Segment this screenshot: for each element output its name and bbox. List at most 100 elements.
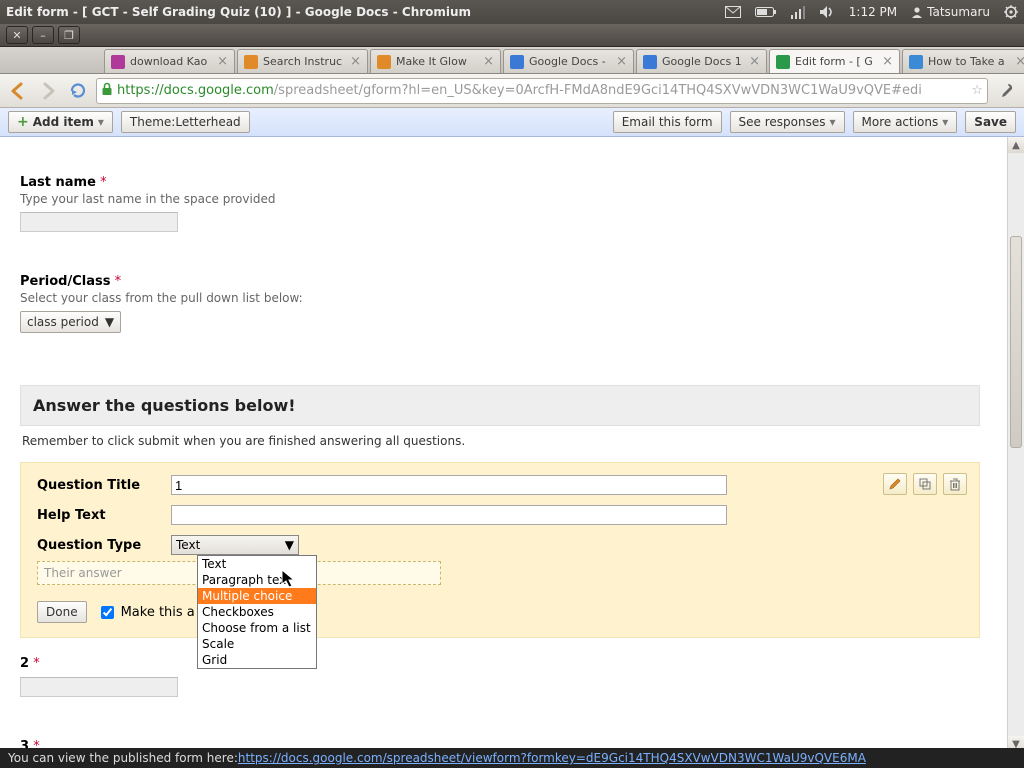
- q2-input[interactable]: [20, 677, 178, 697]
- power-icon[interactable]: [1004, 5, 1018, 19]
- required-checkbox[interactable]: Make this a: [97, 603, 195, 622]
- browser-tab[interactable]: Google Docs - ×: [503, 49, 634, 73]
- question-editor: Question Title Help Text Question Type T…: [20, 462, 980, 638]
- status-text: You can view the published form here:: [8, 751, 238, 765]
- section-help: Remember to click submit when you are fi…: [20, 426, 980, 462]
- field-label: Question Type: [37, 538, 171, 553]
- battery-icon[interactable]: [755, 6, 777, 18]
- dropdown-option[interactable]: Choose from a list: [198, 620, 316, 636]
- published-form-link[interactable]: https://docs.google.com/spreadsheet/view…: [238, 751, 866, 765]
- lock-icon: [101, 82, 113, 100]
- tab-label: Search Instruc: [263, 55, 346, 68]
- tab-close-icon[interactable]: ×: [1015, 54, 1024, 69]
- browser-tab[interactable]: How to Take a ×: [902, 49, 1024, 73]
- tab-label: Edit form - [ G: [795, 55, 878, 68]
- tab-close-icon[interactable]: ×: [217, 54, 228, 69]
- window-controls: ✕ – ❐: [0, 24, 1024, 47]
- lastname-input[interactable]: [20, 212, 178, 232]
- tab-favicon: [909, 55, 923, 69]
- dropdown-option[interactable]: Grid: [198, 652, 316, 668]
- required-asterisk: *: [100, 175, 107, 190]
- tab-close-icon[interactable]: ×: [616, 54, 627, 69]
- required-asterisk: *: [115, 274, 122, 289]
- question-title: Last name: [20, 175, 96, 190]
- question-type-dropdown[interactable]: TextParagraph textMultiple choiceCheckbo…: [197, 555, 317, 669]
- tab-favicon: [643, 55, 657, 69]
- browser-tabstrip: download Kao×Search Instruc×Make It Glow…: [0, 47, 1024, 74]
- edit-question-button[interactable]: [883, 473, 907, 495]
- tab-close-icon[interactable]: ×: [749, 54, 760, 69]
- scroll-up-button[interactable]: ▲: [1008, 137, 1024, 153]
- url-path: /spreadsheet/gform?hl=en_US&key=0ArcfH-F…: [274, 83, 922, 98]
- delete-question-button[interactable]: [943, 473, 967, 495]
- dropdown-option[interactable]: Multiple choice: [198, 588, 316, 604]
- question-title-input[interactable]: [171, 475, 727, 495]
- duplicate-question-button[interactable]: [913, 473, 937, 495]
- tab-favicon: [776, 55, 790, 69]
- back-button[interactable]: [6, 79, 30, 103]
- question-title: Period/Class: [20, 274, 110, 289]
- done-button[interactable]: Done: [37, 601, 87, 623]
- tab-favicon: [111, 55, 125, 69]
- url-host: ://docs.google.com: [150, 83, 273, 98]
- window-title: Edit form - [ GCT - Self Grading Quiz (1…: [6, 5, 471, 19]
- browser-navbar: https://docs.google.com/spreadsheet/gfor…: [0, 74, 1024, 108]
- mail-icon[interactable]: [725, 6, 741, 18]
- dropdown-option[interactable]: Scale: [198, 636, 316, 652]
- dropdown-option[interactable]: Checkboxes: [198, 604, 316, 620]
- tab-favicon: [377, 55, 391, 69]
- scroll-track[interactable]: [1008, 153, 1024, 736]
- question-type-select[interactable]: Text▼: [171, 535, 299, 555]
- add-item-button[interactable]: +Add item▾: [8, 111, 113, 133]
- user-menu[interactable]: Tatsumaru: [911, 5, 990, 19]
- browser-tab[interactable]: Google Docs 1 ×: [636, 49, 767, 73]
- help-text-input[interactable]: [171, 505, 727, 525]
- url-scheme: https: [117, 83, 150, 98]
- dropdown-option[interactable]: Text: [198, 556, 316, 572]
- tab-label: How to Take a: [928, 55, 1011, 68]
- tab-favicon: [244, 55, 258, 69]
- close-window-button[interactable]: ✕: [6, 26, 28, 44]
- email-form-button[interactable]: Email this form: [613, 111, 722, 133]
- scroll-thumb[interactable]: [1010, 236, 1022, 448]
- question-title: 2: [20, 656, 29, 671]
- network-icon[interactable]: [791, 5, 805, 19]
- see-responses-button[interactable]: See responses▾: [730, 111, 845, 133]
- question-help: Type your last name in the space provide…: [20, 192, 980, 206]
- form-editor-body: Last name * Type your last name in the s…: [0, 137, 1024, 752]
- clock[interactable]: 1:12 PM: [849, 5, 897, 19]
- tab-close-icon[interactable]: ×: [882, 54, 893, 69]
- save-button[interactable]: Save: [965, 111, 1016, 133]
- reload-button[interactable]: [66, 79, 90, 103]
- browser-tab[interactable]: Make It Glow×: [370, 49, 501, 73]
- tab-close-icon[interactable]: ×: [350, 54, 361, 69]
- maximize-window-button[interactable]: ❐: [58, 26, 80, 44]
- forward-button[interactable]: [36, 79, 60, 103]
- browser-tab[interactable]: Edit form - [ G ×: [769, 49, 900, 73]
- question-help: Select your class from the pull down lis…: [20, 291, 980, 305]
- tab-close-icon[interactable]: ×: [483, 54, 494, 69]
- dropdown-option[interactable]: Paragraph text: [198, 572, 316, 588]
- browser-tab[interactable]: download Kao ×: [104, 49, 235, 73]
- question-2: 2 *: [20, 656, 980, 697]
- section-header: Answer the questions below!: [20, 385, 980, 426]
- theme-selector[interactable]: Theme: Letterhead: [121, 111, 250, 133]
- address-bar[interactable]: https://docs.google.com/spreadsheet/gfor…: [96, 78, 988, 104]
- browser-tab[interactable]: Search Instruc ×: [237, 49, 368, 73]
- tab-label: Google Docs -: [529, 55, 612, 68]
- vertical-scrollbar[interactable]: ▲ ▼: [1007, 137, 1024, 752]
- required-checkbox-input[interactable]: [101, 606, 114, 619]
- minimize-window-button[interactable]: –: [32, 26, 54, 44]
- tab-label: download Kao: [130, 55, 213, 68]
- bookmark-star-icon[interactable]: ☆: [971, 83, 983, 98]
- tab-favicon: [510, 55, 524, 69]
- volume-icon[interactable]: [819, 5, 835, 19]
- required-asterisk: *: [33, 656, 40, 671]
- period-select[interactable]: class period▼: [20, 311, 121, 333]
- field-label: Question Title: [37, 478, 171, 493]
- tab-label: Google Docs 1: [662, 55, 745, 68]
- os-menubar: Edit form - [ GCT - Self Grading Quiz (1…: [0, 0, 1024, 24]
- status-bar: You can view the published form here: ht…: [0, 748, 1024, 768]
- more-actions-button[interactable]: More actions▾: [853, 111, 958, 133]
- wrench-menu-button[interactable]: [994, 79, 1018, 103]
